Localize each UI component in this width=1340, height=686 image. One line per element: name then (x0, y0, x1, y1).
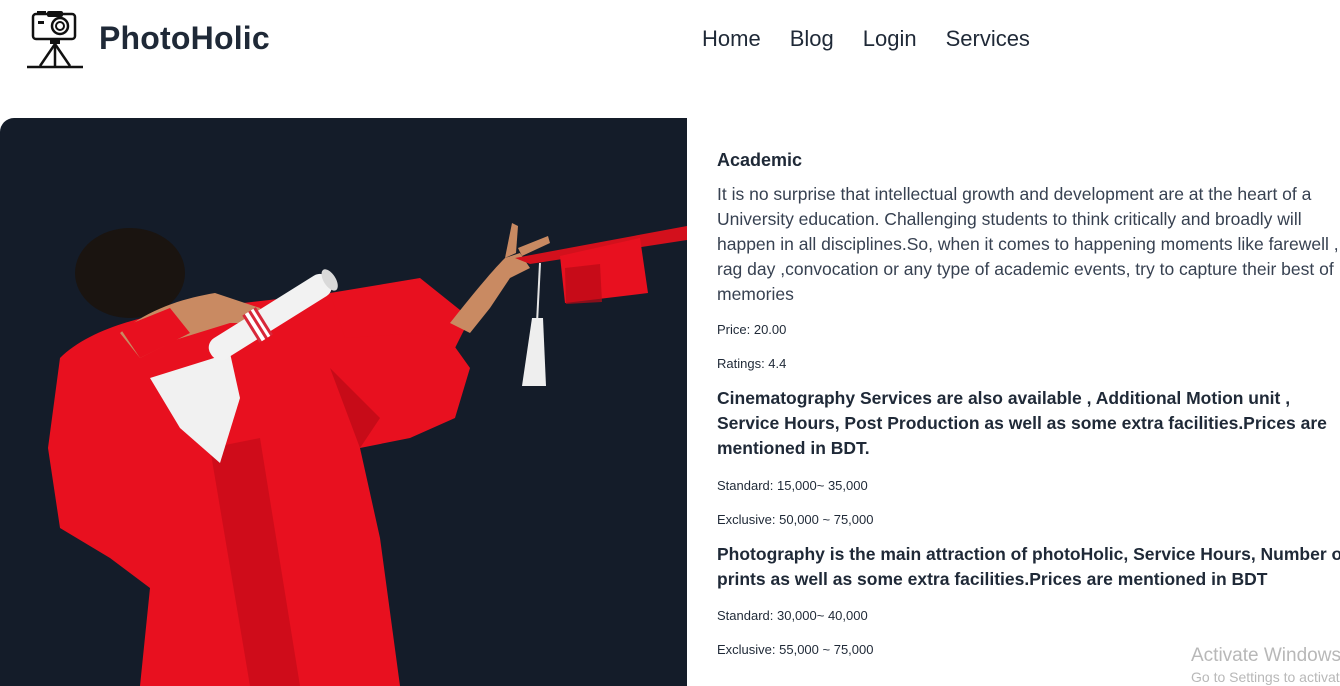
nav-services-link[interactable]: Services (946, 26, 1030, 52)
service-title: Academic (717, 150, 803, 170)
service-price: Price: 20.00 (717, 322, 787, 337)
cinematography-exclusive-price: Exclusive: 50,000 ~ 75,000 (717, 512, 874, 527)
nav-blog-link[interactable]: Blog (790, 26, 834, 52)
cinematography-standard-price: Standard: 15,000~ 35,000 (717, 478, 868, 493)
nav-home-link[interactable]: Home (702, 26, 761, 52)
service-description: It is no surprise that intellectual grow… (717, 184, 1339, 304)
camera-tripod-icon[interactable] (26, 10, 84, 70)
cinematography-info: Cinematography Services are also availab… (717, 388, 1327, 458)
page: PhotoHolic Home Blog Login Services Acad… (0, 0, 1340, 686)
service-image (0, 118, 687, 686)
brand-name[interactable]: PhotoHolic (99, 20, 270, 57)
photography-standard-price: Standard: 30,000~ 40,000 (717, 608, 868, 623)
header: PhotoHolic Home Blog Login Services (0, 0, 1340, 84)
nav-login-link[interactable]: Login (863, 26, 917, 52)
service-ratings: Ratings: 4.4 (717, 356, 787, 371)
graduate-illustration (48, 223, 687, 686)
watermark-title: Activate Windows (1191, 645, 1340, 666)
activate-windows-watermark: Activate Windows Go to Settings to activ… (1191, 644, 1340, 686)
photography-exclusive-price: Exclusive: 55,000 ~ 75,000 (717, 642, 874, 657)
watermark-subtitle: Go to Settings to activate Windows. (1191, 669, 1340, 685)
main-nav: Home Blog Login Services (702, 26, 1030, 52)
photography-info: Photography is the main attraction of ph… (717, 544, 1340, 589)
